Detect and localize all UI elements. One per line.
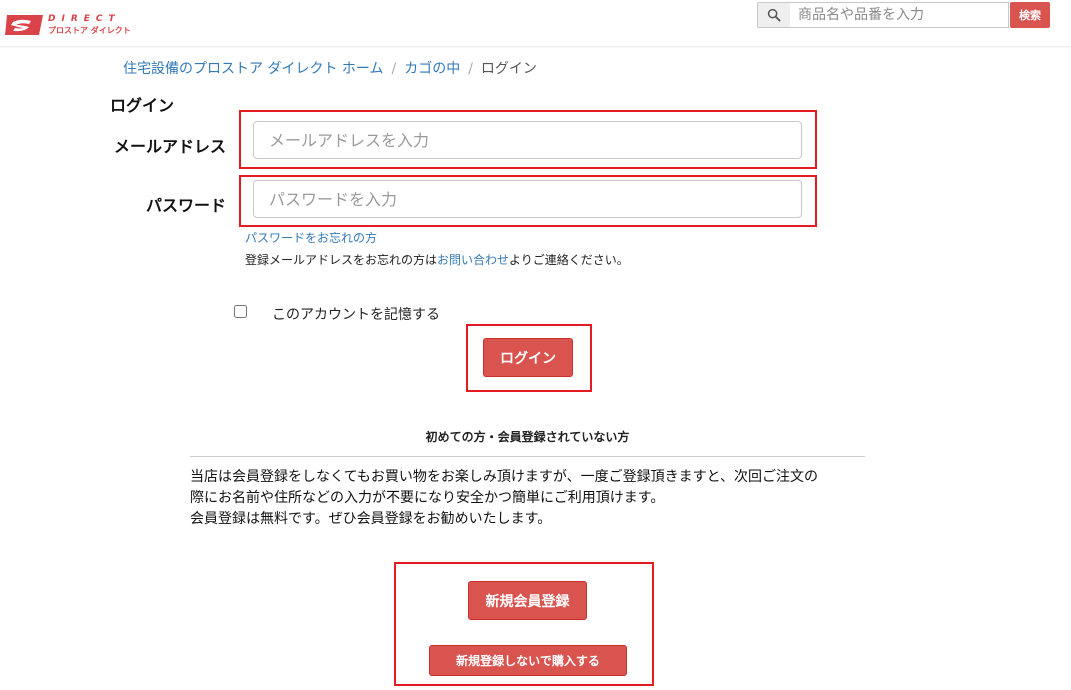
email-label: メールアドレス: [113, 137, 226, 156]
register-description-line: 会員登録は無料です。ぜひ会員登録をお勧めいたします。: [190, 511, 552, 527]
header-divider: [0, 46, 1071, 48]
password-field[interactable]: [253, 180, 802, 218]
forgot-email-note: 登録メールアドレスをお忘れの方はお問い合わせよりご連絡ください。: [245, 251, 629, 268]
register-description: 当店は会員登録をしなくてもお買い物をお楽しみ頂けますが、一度ご登録頂きますと、次…: [190, 467, 880, 530]
forgot-password-link[interactable]: パスワードをお忘れの方: [245, 229, 377, 246]
register-section-title: 初めての方・会員登録されていない方: [425, 430, 630, 444]
guest-checkout-button[interactable]: 新規登録しないで購入する: [429, 645, 627, 676]
site-header: DIRECT プロストア ダイレクト 検索: [0, 0, 1071, 47]
breadcrumb-home-link[interactable]: 住宅設備のプロストア ダイレクト ホーム: [123, 61, 383, 77]
email-field[interactable]: [253, 121, 802, 159]
page-title: ログイン: [110, 96, 175, 115]
password-label: パスワード: [145, 196, 226, 215]
magnifier-icon: [767, 8, 781, 22]
remember-label[interactable]: このアカウントを記憶する: [272, 304, 440, 324]
search-icon-box: [757, 2, 791, 28]
forgot-email-prefix: 登録メールアドレスをお忘れの方は: [245, 253, 438, 267]
register-button[interactable]: 新規会員登録: [468, 581, 587, 620]
breadcrumb-current: ログイン: [480, 61, 537, 77]
section-divider: [190, 456, 865, 457]
breadcrumb-cart-link[interactable]: カゴの中: [404, 61, 460, 77]
forgot-email-suffix: よりご連絡ください。: [509, 253, 629, 267]
search-button[interactable]: 検索: [1010, 2, 1050, 28]
site-logo[interactable]: DIRECT プロストア ダイレクト: [0, 0, 135, 46]
breadcrumb-separator: /: [391, 61, 397, 77]
logo-brand-bottom: プロストア ダイレクト: [48, 26, 131, 35]
breadcrumb: 住宅設備のプロストア ダイレクト ホーム / カゴの中 / ログイン: [123, 58, 537, 78]
direct-logo-icon: [5, 15, 43, 35]
remember-checkbox[interactable]: [234, 305, 247, 318]
search-input[interactable]: [790, 2, 1009, 28]
contact-link[interactable]: お問い合わせ: [437, 253, 509, 267]
register-description-line: 際にお名前や住所などの入力が不要になり安全かつ簡単にご利用頂けます。: [190, 490, 665, 506]
logo-brand-top: DIRECT: [48, 14, 121, 24]
login-button[interactable]: ログイン: [483, 338, 573, 377]
breadcrumb-separator: /: [468, 61, 473, 77]
register-description-line: 当店は会員登録をしなくてもお買い物をお楽しみ頂けますが、一度ご登録頂きますと、次…: [190, 469, 819, 485]
